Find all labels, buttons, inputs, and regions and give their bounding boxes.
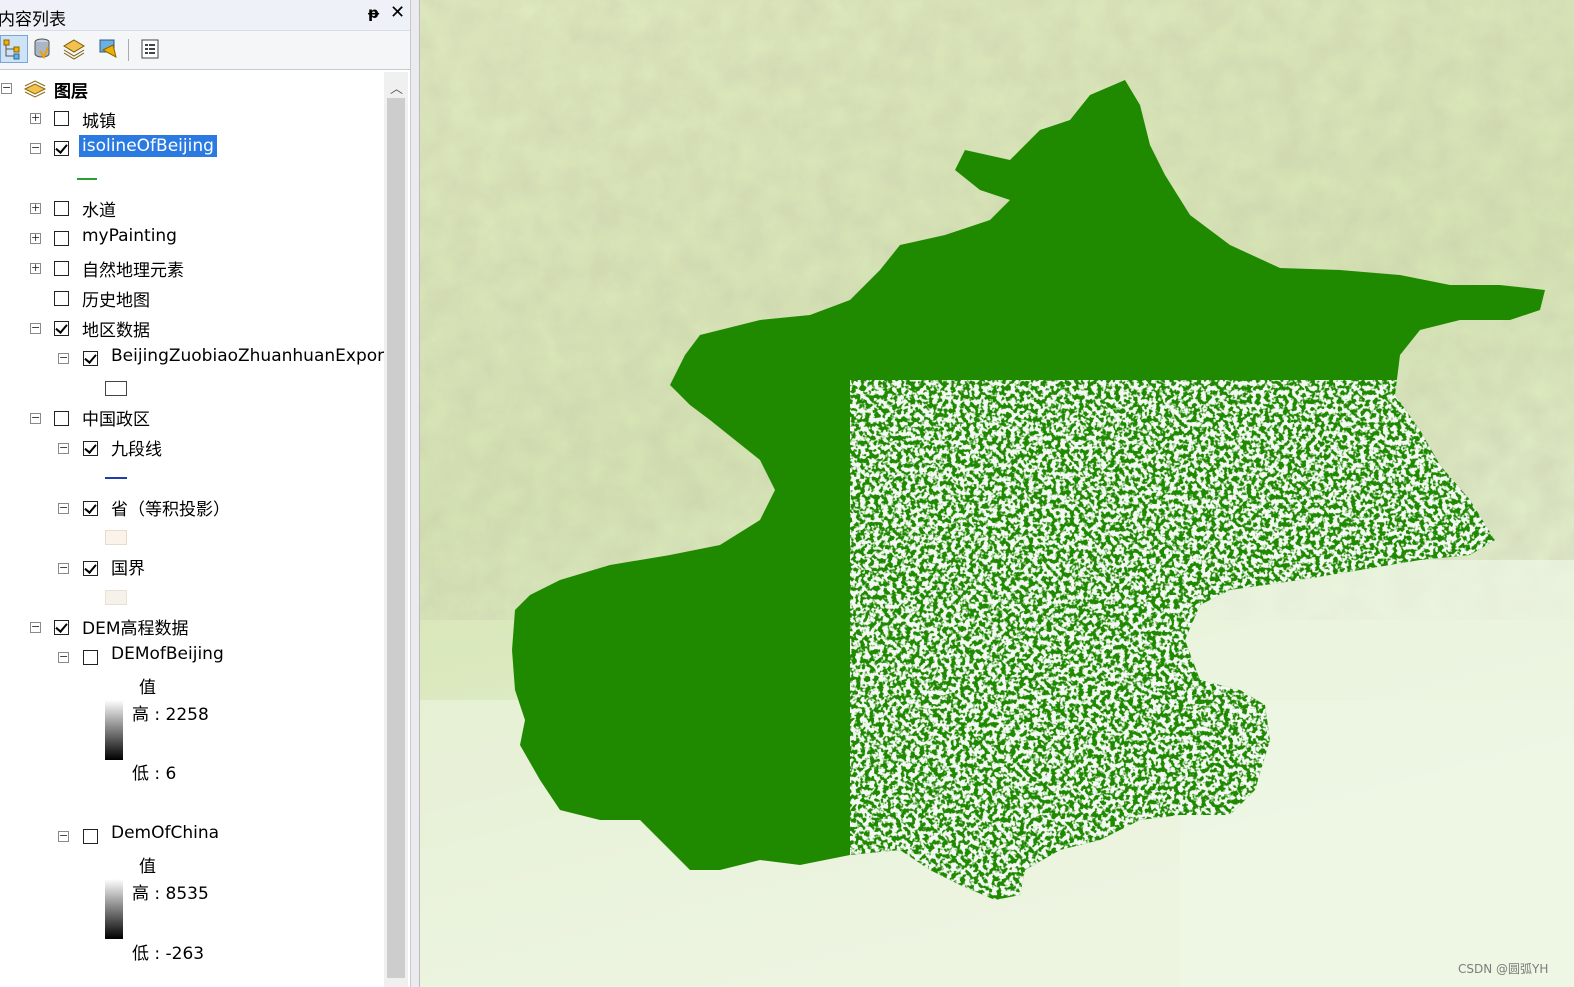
map-canvas[interactable] [420, 0, 1574, 987]
layer-beijing-zb-label[interactable]: BeijingZuobiaoZhuanhuanExport [111, 346, 391, 366]
sheng-visibility-checkbox[interactable] [83, 501, 98, 516]
layer-shuidao-label[interactable]: 水道 [82, 196, 116, 221]
layer-lishi-label[interactable]: 历史地图 [82, 286, 150, 311]
layer-demofchina-label[interactable]: DemOfChina [111, 823, 219, 843]
layer-dem-label[interactable]: DEM高程数据 [82, 614, 189, 639]
demofbeijing-low-label: 低 : 6 [132, 764, 177, 784]
demofbeijing-color-ramp [105, 700, 123, 760]
zhongguo-visibility-checkbox[interactable] [54, 411, 69, 426]
chengzhen-visibility-checkbox[interactable] [54, 111, 69, 126]
collapse-isoline-toggle[interactable]: − [30, 142, 41, 154]
guojie-visibility-checkbox[interactable] [83, 561, 98, 576]
shuidao-visibility-checkbox[interactable] [54, 201, 69, 216]
collapse-demofchina-toggle[interactable]: − [58, 830, 69, 842]
collapse-demofbeijing-toggle[interactable]: − [58, 651, 69, 663]
mypainting-visibility-checkbox[interactable] [54, 231, 69, 246]
collapse-diqu-toggle[interactable]: − [30, 322, 41, 334]
layer-guojie-label[interactable]: 国界 [111, 554, 145, 579]
scrollbar-thumb[interactable] [387, 98, 405, 978]
demofbeijing-value-title: 值 [139, 678, 156, 698]
layer-ziran-label[interactable]: 自然地理元素 [82, 256, 184, 281]
demofchina-high-label: 高 : 8535 [132, 884, 209, 904]
list-by-drawing-order-button[interactable] [0, 35, 28, 63]
layer-mypainting-label[interactable]: myPainting [82, 226, 177, 246]
dem-visibility-checkbox[interactable] [54, 620, 69, 635]
list-by-visibility-button[interactable] [60, 35, 88, 63]
layer-tree: − 图层 + 城镇 − isolineOfBeijing + 水道 + myPa… [0, 72, 391, 987]
toolbar-separator [128, 39, 129, 61]
isoline-line-symbol [77, 178, 97, 180]
demofbeijing-visibility-checkbox[interactable] [83, 650, 98, 665]
collapse-beijing-zb-toggle[interactable]: − [58, 352, 69, 364]
collapse-zhongguo-toggle[interactable]: − [30, 412, 41, 424]
options-button[interactable] [136, 35, 164, 63]
layer-chengzhen-label[interactable]: 城镇 [82, 107, 116, 132]
root-layers-label: 图层 [54, 82, 88, 102]
isoline-visibility-checkbox[interactable] [54, 141, 69, 156]
pin-icon[interactable]: ᵽ [368, 4, 379, 22]
drawing-order-icon [3, 39, 20, 60]
database-icon [34, 38, 50, 60]
scroll-up-icon[interactable]: ︿ [390, 78, 403, 97]
panel-title: 内容列表 [0, 10, 66, 30]
beijing-zb-visibility-checkbox[interactable] [83, 351, 98, 366]
collapse-guojie-toggle[interactable]: − [58, 562, 69, 574]
list-by-selection-button[interactable] [94, 35, 122, 63]
selection-icon [99, 39, 117, 58]
layer-tree-scrollbar[interactable]: ︿ [384, 72, 408, 987]
jiuduanxian-visibility-checkbox[interactable] [83, 441, 98, 456]
jiuduanxian-line-symbol [105, 477, 127, 479]
layer-sheng-label[interactable]: 省（等积投影） [111, 495, 230, 520]
collapse-jiuduanxian-toggle[interactable]: − [58, 442, 69, 454]
layer-zhongguo-label[interactable]: 中国政区 [82, 405, 150, 430]
collapse-sheng-toggle[interactable]: − [58, 502, 69, 514]
demofchina-visibility-checkbox[interactable] [83, 829, 98, 844]
sheng-polygon-symbol [105, 530, 127, 545]
layers-icon [23, 80, 47, 98]
layer-demofbeijing-label[interactable]: DEMofBeijing [111, 644, 224, 664]
table-of-contents-panel: 内容列表 ᵽ ✕ − 图层 + 城镇 − isolineOfBeijing + … [0, 0, 413, 987]
guojie-polygon-symbol [105, 590, 127, 605]
panel-splitter[interactable] [410, 0, 420, 987]
lishi-visibility-checkbox[interactable] [54, 291, 69, 306]
layer-isoline-label[interactable]: isolineOfBeijing [79, 135, 217, 157]
diqu-visibility-checkbox[interactable] [54, 321, 69, 336]
list-by-source-button[interactable] [28, 35, 56, 63]
ziran-visibility-checkbox[interactable] [54, 261, 69, 276]
expand-shuidao-toggle[interactable]: + [30, 202, 41, 214]
collapse-root-toggle[interactable]: − [1, 82, 12, 94]
collapse-dem-toggle[interactable]: − [30, 621, 41, 633]
demofchina-color-ramp [105, 879, 123, 939]
beijing-zb-polygon-symbol [105, 381, 127, 396]
layer-jiuduanxian-label[interactable]: 九段线 [111, 435, 162, 460]
expand-mypainting-toggle[interactable]: + [30, 232, 41, 244]
options-list-icon [141, 39, 159, 59]
map-view[interactable]: CSDN @圆弧YH [420, 0, 1574, 987]
watermark-text: CSDN @圆弧YH [1458, 962, 1549, 976]
demofchina-value-title: 值 [139, 857, 156, 877]
layer-diqu-label[interactable]: 地区数据 [82, 316, 150, 341]
layers-visibility-icon [63, 39, 85, 60]
demofbeijing-high-label: 高 : 2258 [132, 705, 209, 725]
close-icon[interactable]: ✕ [390, 2, 405, 23]
demofchina-low-label: 低 : -263 [132, 944, 205, 964]
expand-chengzhen-toggle[interactable]: + [30, 112, 41, 124]
panel-title-bar: 内容列表 ᵽ ✕ [0, 0, 413, 31]
toc-toolbar [0, 31, 413, 70]
expand-ziran-toggle[interactable]: + [30, 262, 41, 274]
